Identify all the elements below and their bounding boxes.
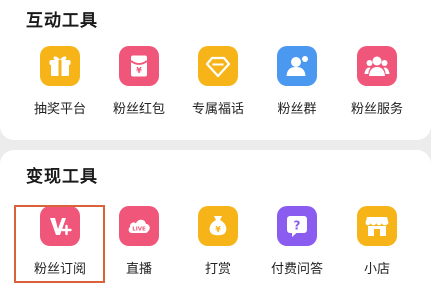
tool-label: 粉丝红包 bbox=[112, 102, 165, 117]
shop-icon bbox=[357, 206, 397, 246]
tool-live[interactable]: LIVE 直播 bbox=[99, 206, 179, 286]
tool-lottery-platform[interactable]: 抽奖平台 bbox=[20, 46, 100, 126]
fans-service-icon bbox=[357, 46, 397, 86]
tool-shop[interactable]: 小店 bbox=[337, 206, 417, 286]
question-icon: ? bbox=[277, 206, 317, 246]
tool-paid-qa[interactable]: ? 付费问答 bbox=[257, 206, 337, 286]
monetization-tools-title: 变现工具 bbox=[26, 167, 98, 187]
tool-tip[interactable]: ¥ 打赏 bbox=[178, 206, 258, 286]
svg-text:LIVE: LIVE bbox=[132, 227, 146, 233]
svg-text:¥: ¥ bbox=[136, 66, 142, 75]
tool-exclusive-topic[interactable]: 专属福话 bbox=[178, 46, 258, 126]
tool-fan-subscription[interactable]: 粉丝订阅 bbox=[20, 206, 100, 286]
svg-text:¥: ¥ bbox=[215, 225, 221, 234]
svg-text:?: ? bbox=[294, 219, 301, 233]
tool-label: 打赏 bbox=[204, 262, 231, 277]
gift-icon bbox=[40, 46, 80, 86]
interactive-tools-section: 互动工具 抽奖平台 ¥ 粉丝红包 专属福话 粉丝群 粉丝服务 bbox=[0, 0, 431, 140]
tool-label: 粉丝服务 bbox=[350, 102, 403, 117]
tool-label: 粉丝订阅 bbox=[33, 262, 86, 277]
interactive-tools-row: 抽奖平台 ¥ 粉丝红包 专属福话 粉丝群 粉丝服务 bbox=[0, 46, 431, 126]
monetization-tools-section: 变现工具 粉丝订阅 LIVE 直播 ¥ 打赏 ? 付费问答 小店 bbox=[0, 150, 431, 299]
tool-fan-red-packet[interactable]: ¥ 粉丝红包 bbox=[99, 46, 179, 126]
tool-fan-service[interactable]: 粉丝服务 bbox=[337, 46, 417, 126]
interactive-tools-title: 互动工具 bbox=[26, 11, 98, 31]
tool-label: 粉丝群 bbox=[277, 102, 317, 117]
tool-label: 抽奖平台 bbox=[33, 102, 86, 117]
tool-label: 直播 bbox=[125, 262, 152, 277]
tool-label: 付费问答 bbox=[270, 262, 323, 277]
monetization-tools-row: 粉丝订阅 LIVE 直播 ¥ 打赏 ? 付费问答 小店 bbox=[0, 206, 431, 286]
diamond-icon bbox=[198, 46, 238, 86]
tool-label: 小店 bbox=[363, 262, 390, 277]
group-chat-icon bbox=[277, 46, 317, 86]
live-cloud-icon: LIVE bbox=[119, 206, 159, 246]
tool-fan-group[interactable]: 粉丝群 bbox=[257, 46, 337, 126]
tool-label: 专属福话 bbox=[191, 102, 244, 117]
red-packet-icon: ¥ bbox=[119, 46, 159, 86]
subscription-v-plus-icon bbox=[40, 206, 80, 246]
money-bag-icon: ¥ bbox=[198, 206, 238, 246]
